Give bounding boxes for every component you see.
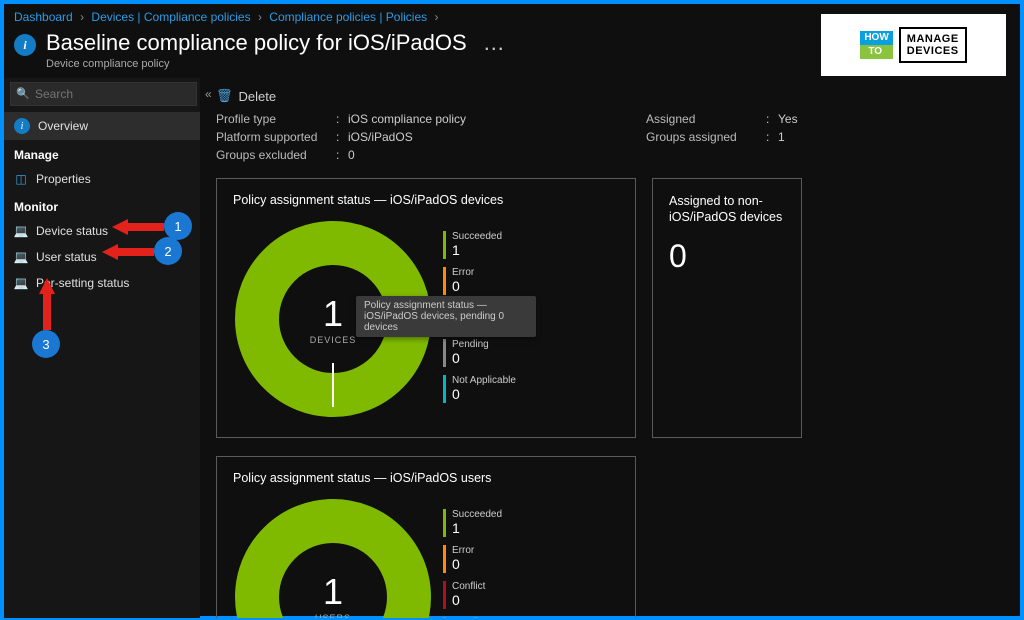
- info-icon: i: [14, 118, 30, 134]
- nav-label: Device status: [36, 224, 108, 238]
- properties-icon: ◫: [14, 172, 28, 186]
- meta-row: Profile type: iOS compliance policy: [216, 110, 646, 128]
- annotation-arrow: [112, 216, 164, 238]
- delete-button[interactable]: 🗑 Delete: [216, 88, 276, 104]
- more-icon[interactable]: …: [483, 30, 505, 55]
- legend-color-bar: [443, 581, 446, 609]
- monitor-icon: 💻: [14, 224, 28, 238]
- legend-item: Pending0: [443, 617, 502, 618]
- legend-item: Succeeded1: [443, 509, 502, 537]
- info-icon: i: [14, 34, 36, 56]
- legend-item: Not Applicable0: [443, 375, 516, 403]
- nav-per-setting-status[interactable]: 💻 Per-setting status: [4, 270, 200, 296]
- legend-color-bar: [443, 267, 446, 295]
- legend-value: 0: [452, 350, 489, 366]
- sidebar: 🔍 « i Overview Manage ◫ Properties Monit…: [4, 78, 200, 618]
- nav-label: Overview: [38, 119, 88, 133]
- nav-label: Properties: [36, 172, 91, 186]
- legend-value: 0: [452, 556, 474, 572]
- legend-item: Pending0: [443, 339, 516, 367]
- legend-name: Conflict: [452, 581, 485, 592]
- legend-color-bar: [443, 617, 446, 618]
- legend-color-bar: [443, 231, 446, 259]
- donut-total: 1: [315, 571, 351, 613]
- annotation-badge-1: 1: [164, 212, 192, 240]
- side-card-value: 0: [669, 238, 785, 275]
- button-label: Delete: [239, 89, 277, 104]
- breadcrumb-item[interactable]: Dashboard: [14, 10, 73, 24]
- legend-name: Succeeded: [452, 231, 502, 242]
- chevron-right-icon: ›: [80, 10, 84, 24]
- annotation-badge-3: 3: [32, 330, 60, 358]
- toolbar: 🗑 Delete: [216, 82, 1010, 110]
- legend-item: Succeeded1: [443, 231, 516, 259]
- chevron-right-icon: ›: [434, 10, 438, 24]
- monitor-icon: 💻: [14, 276, 28, 290]
- legend-value: 1: [452, 520, 502, 536]
- legend-name: Not Applicable: [452, 375, 516, 386]
- search-input[interactable]: [10, 82, 197, 106]
- meta-row: Groups assigned: 1: [646, 128, 798, 146]
- page-subtitle: Device compliance policy: [46, 58, 505, 70]
- annotation-badge-2: 2: [154, 237, 182, 265]
- nav-overview[interactable]: i Overview: [4, 112, 200, 140]
- legend-item: Conflict0: [443, 581, 502, 609]
- legend-value: 0: [452, 278, 474, 294]
- legend-color-bar: [443, 339, 446, 367]
- donut-total-label: DEVICES: [310, 335, 357, 345]
- side-card-nonplatform: Assigned to non-iOS/iPadOS devices 0: [652, 178, 802, 438]
- card-title: Assigned to non-iOS/iPadOS devices: [669, 193, 785, 226]
- legend-color-bar: [443, 375, 446, 403]
- meta-row: Assigned: Yes: [646, 110, 798, 128]
- legend-item: Error0: [443, 545, 502, 573]
- legend-value: 0: [452, 592, 485, 608]
- legend-name: Pending: [452, 339, 489, 350]
- content-pane: 🗑 Delete Profile type: iOS compliance po…: [200, 78, 1020, 618]
- donut-chart[interactable]: 1 USERS: [233, 497, 433, 618]
- legend-value: 0: [452, 386, 516, 402]
- legend: Succeeded1Error0Conflict0Pending0: [443, 497, 502, 618]
- legend-item: Error0: [443, 267, 516, 295]
- legend-name: Error: [452, 545, 474, 556]
- meta-row: Groups excluded: 0: [216, 146, 646, 164]
- logo: HOWTO MANAGEDEVICES: [821, 14, 1006, 76]
- breadcrumb-item[interactable]: Compliance policies | Policies: [269, 10, 427, 24]
- chevron-right-icon: ›: [258, 10, 262, 24]
- legend-name: Succeeded: [452, 509, 502, 520]
- legend-name: Error: [452, 267, 474, 278]
- trash-icon: 🗑: [216, 88, 233, 104]
- nav-section-manage: Manage: [4, 140, 200, 166]
- tooltip: Policy assignment status — iOS/iPadOS de…: [356, 296, 536, 337]
- monitor-icon: 💻: [14, 250, 28, 264]
- legend-color-bar: [443, 509, 446, 537]
- card-title: Policy assignment status — iOS/iPadOS us…: [233, 471, 619, 485]
- annotation-arrow: [36, 278, 58, 330]
- search-icon: 🔍: [16, 87, 30, 100]
- breadcrumb-item[interactable]: Devices | Compliance policies: [91, 10, 250, 24]
- annotation-arrow: [102, 241, 154, 263]
- legend-color-bar: [443, 545, 446, 573]
- meta-row: Platform supported: iOS/iPadOS: [216, 128, 646, 146]
- page-title: Baseline compliance policy for iOS/iPadO…: [46, 30, 505, 56]
- legend-name: Pending: [452, 617, 489, 618]
- nav-properties[interactable]: ◫ Properties: [4, 166, 200, 192]
- card-title: Policy assignment status — iOS/iPadOS de…: [233, 193, 619, 207]
- donut-total: 1: [310, 293, 357, 335]
- chart-card-users: Policy assignment status — iOS/iPadOS us…: [216, 456, 636, 618]
- nav-label: User status: [36, 250, 97, 264]
- donut-total-label: USERS: [315, 613, 351, 618]
- legend-value: 1: [452, 242, 502, 258]
